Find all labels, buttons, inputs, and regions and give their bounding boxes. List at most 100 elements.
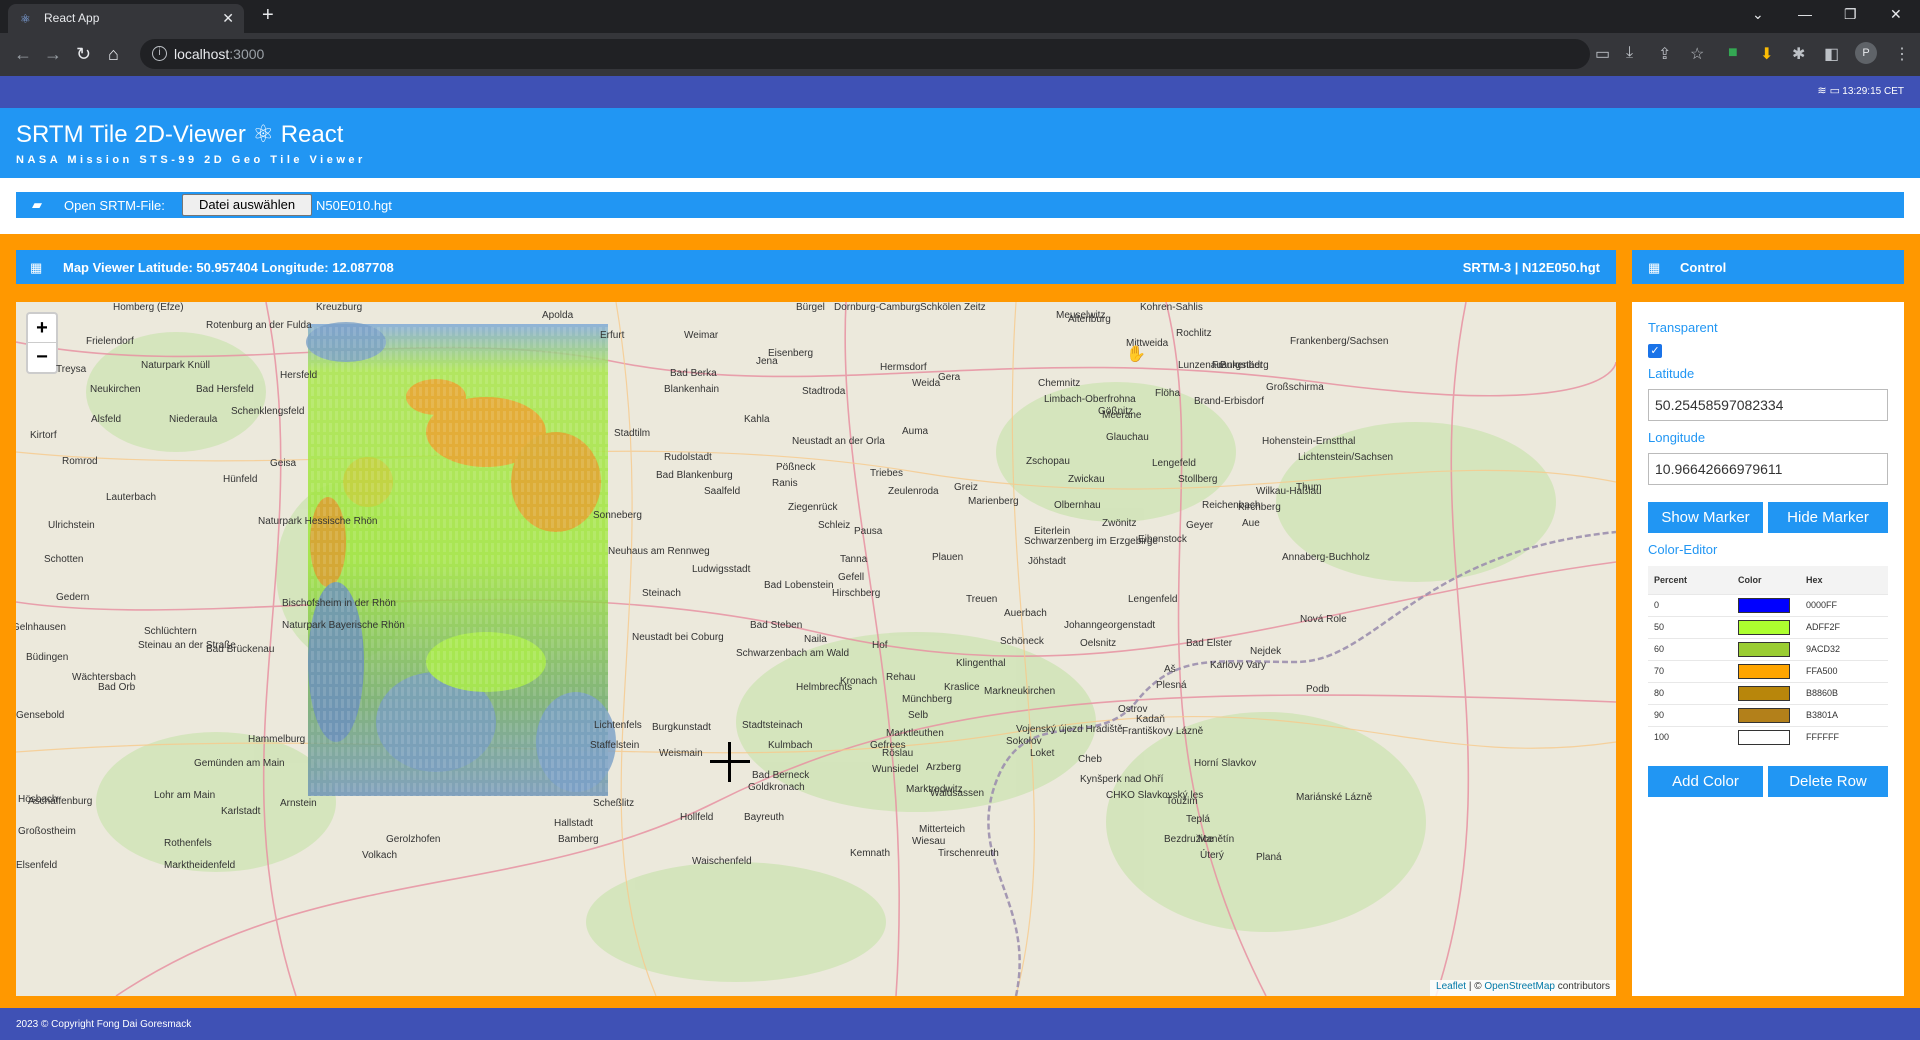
place-label: Horní Slavkov (1194, 758, 1257, 769)
reload-icon[interactable]: ↻ (76, 44, 91, 65)
place-label: Bayreuth (744, 812, 785, 823)
back-icon[interactable]: ← (14, 44, 32, 65)
place-label: Planá (1256, 852, 1282, 863)
color-swatch[interactable] (1738, 685, 1790, 701)
place-label: Alsfeld (91, 414, 122, 425)
forward-icon[interactable]: → (44, 44, 62, 65)
color-table-row[interactable]: 50 ADFF2F (1648, 615, 1888, 638)
place-label: Mitterteich (919, 824, 966, 835)
row-color[interactable] (1732, 637, 1800, 660)
color-editor-label: Color-Editor (1648, 542, 1718, 557)
place-label: Lengefeld (1152, 458, 1196, 469)
place-label: Gelnhausen (16, 622, 66, 633)
row-color[interactable] (1732, 659, 1800, 682)
place-label: Sonneberg (593, 510, 642, 521)
color-table-row[interactable]: 0 0000FF (1648, 593, 1888, 616)
row-color[interactable] (1732, 615, 1800, 638)
hide-marker-button[interactable]: Hide Marker (1768, 502, 1888, 533)
color-header: Color (1732, 566, 1800, 594)
place-label: Schlüchtern (144, 626, 197, 637)
place-label: Naturpark Bayerische Rhön (282, 620, 405, 631)
hand-cursor-icon: ✋ (1126, 346, 1146, 363)
place-label: Pößneck (776, 462, 816, 473)
profile-avatar[interactable]: P (1855, 42, 1877, 64)
place-label: Markneukirchen (984, 686, 1056, 697)
extension-green-icon[interactable]: ■ (1728, 44, 1738, 62)
extensions-puzzle-icon[interactable]: ✱ (1792, 44, 1805, 64)
site-info-icon[interactable]: i (152, 46, 167, 61)
place-label: Lichtenstein/Sachsen (1298, 452, 1394, 463)
wifi-battery-icon: ≋ ▭ (1817, 85, 1840, 97)
color-swatch[interactable] (1738, 641, 1790, 657)
tab-search-icon[interactable]: ⌄ (1752, 6, 1764, 23)
address-bar[interactable]: i localhost:3000 (140, 39, 1590, 69)
tab-close-icon[interactable]: ✕ (222, 10, 234, 27)
transparent-checkbox[interactable]: ✓ (1648, 344, 1662, 358)
place-label: Apolda (542, 310, 574, 321)
place-label: Hallstadt (554, 818, 593, 829)
side-panel-icon[interactable]: ◧ (1824, 44, 1839, 64)
color-table-row[interactable]: 70 FFA500 (1648, 659, 1888, 682)
choose-file-button[interactable]: Datei auswählen (182, 194, 312, 216)
show-marker-button[interactable]: Show Marker (1648, 502, 1763, 533)
folder-open-icon: ▰ (32, 197, 42, 212)
row-percent: 90 (1648, 703, 1732, 726)
color-swatch[interactable] (1738, 707, 1790, 723)
url-text: localhost:3000 (174, 46, 265, 62)
place-label: Rothenfels (164, 838, 212, 849)
row-hex: 0000FF (1800, 593, 1888, 616)
row-color[interactable] (1732, 703, 1800, 726)
latitude-input[interactable] (1648, 389, 1888, 421)
install-icon[interactable]: ⤓ (1626, 44, 1633, 62)
place-label: Weimar (684, 330, 719, 341)
place-label: Marienberg (968, 496, 1019, 507)
row-color[interactable] (1732, 725, 1800, 748)
color-table: Percent Color Hex 0 0000FF 50 ADFF2F 60 9ACD3… (1648, 566, 1888, 748)
osm-link[interactable]: OpenStreetMap (1484, 981, 1555, 992)
longitude-input[interactable] (1648, 453, 1888, 485)
color-swatch[interactable] (1738, 597, 1790, 613)
home-icon[interactable]: ⌂ (108, 44, 119, 65)
status-time: 13:29:15 CET (1842, 86, 1904, 97)
bookmark-star-icon[interactable]: ☆ (1690, 44, 1704, 64)
delete-row-button[interactable]: Delete Row (1768, 766, 1888, 797)
close-window-icon[interactable]: ✕ (1890, 6, 1902, 23)
place-label: Naila (804, 634, 827, 645)
color-swatch[interactable] (1738, 729, 1790, 745)
place-label: Chemnitz (1038, 378, 1081, 389)
place-label: Glauchau (1106, 432, 1149, 443)
map-viewer[interactable]: + − Homberg (Efze) Rotenburg an der Fulda… (16, 302, 1616, 996)
place-label: Helmbrechts (796, 682, 853, 693)
menu-kebab-icon[interactable]: ⋮ (1894, 44, 1910, 64)
browser-tab[interactable]: ⚛ React App ✕ (8, 4, 244, 33)
place-label: Gefell (838, 572, 865, 583)
color-swatch[interactable] (1738, 663, 1790, 679)
extension-download-icon[interactable]: ⬇ (1760, 44, 1773, 64)
color-table-row[interactable]: 90 B3801A (1648, 703, 1888, 726)
place-label: Eisenberg (768, 348, 814, 359)
color-swatch[interactable] (1738, 619, 1790, 635)
restore-icon[interactable]: ❐ (1844, 6, 1857, 23)
color-table-row[interactable]: 80 B8860B (1648, 681, 1888, 704)
zoom-in-button[interactable]: + (28, 314, 56, 343)
leaflet-link[interactable]: Leaflet (1436, 981, 1466, 992)
place-label: Hirschberg (832, 588, 881, 599)
share-icon[interactable]: ⇪ (1658, 44, 1671, 64)
file-bar: ▰ Open SRTM-File: Datei auswählen N50E01… (16, 192, 1904, 218)
color-table-row[interactable]: 100 FFFFFF (1648, 725, 1888, 748)
minimize-icon[interactable]: — (1798, 6, 1812, 22)
place-label: Volkach (362, 850, 398, 861)
add-color-button[interactable]: Add Color (1648, 766, 1763, 797)
place-label: Saalfeld (704, 486, 741, 497)
color-table-row[interactable]: 60 9ACD32 (1648, 637, 1888, 660)
row-color[interactable] (1732, 593, 1800, 616)
place-label: Blankenhain (664, 384, 720, 395)
place-label: Zwickau (1068, 474, 1105, 485)
place-label: Johanngeorgenstadt (1064, 620, 1156, 631)
place-label: Úterý (1200, 850, 1224, 861)
place-label: Bad Elster (1186, 638, 1233, 649)
zoom-out-button[interactable]: − (28, 343, 56, 372)
row-color[interactable] (1732, 681, 1800, 704)
share-page-icon[interactable]: ▭ (1595, 44, 1610, 64)
new-tab-icon[interactable]: + (262, 4, 274, 27)
